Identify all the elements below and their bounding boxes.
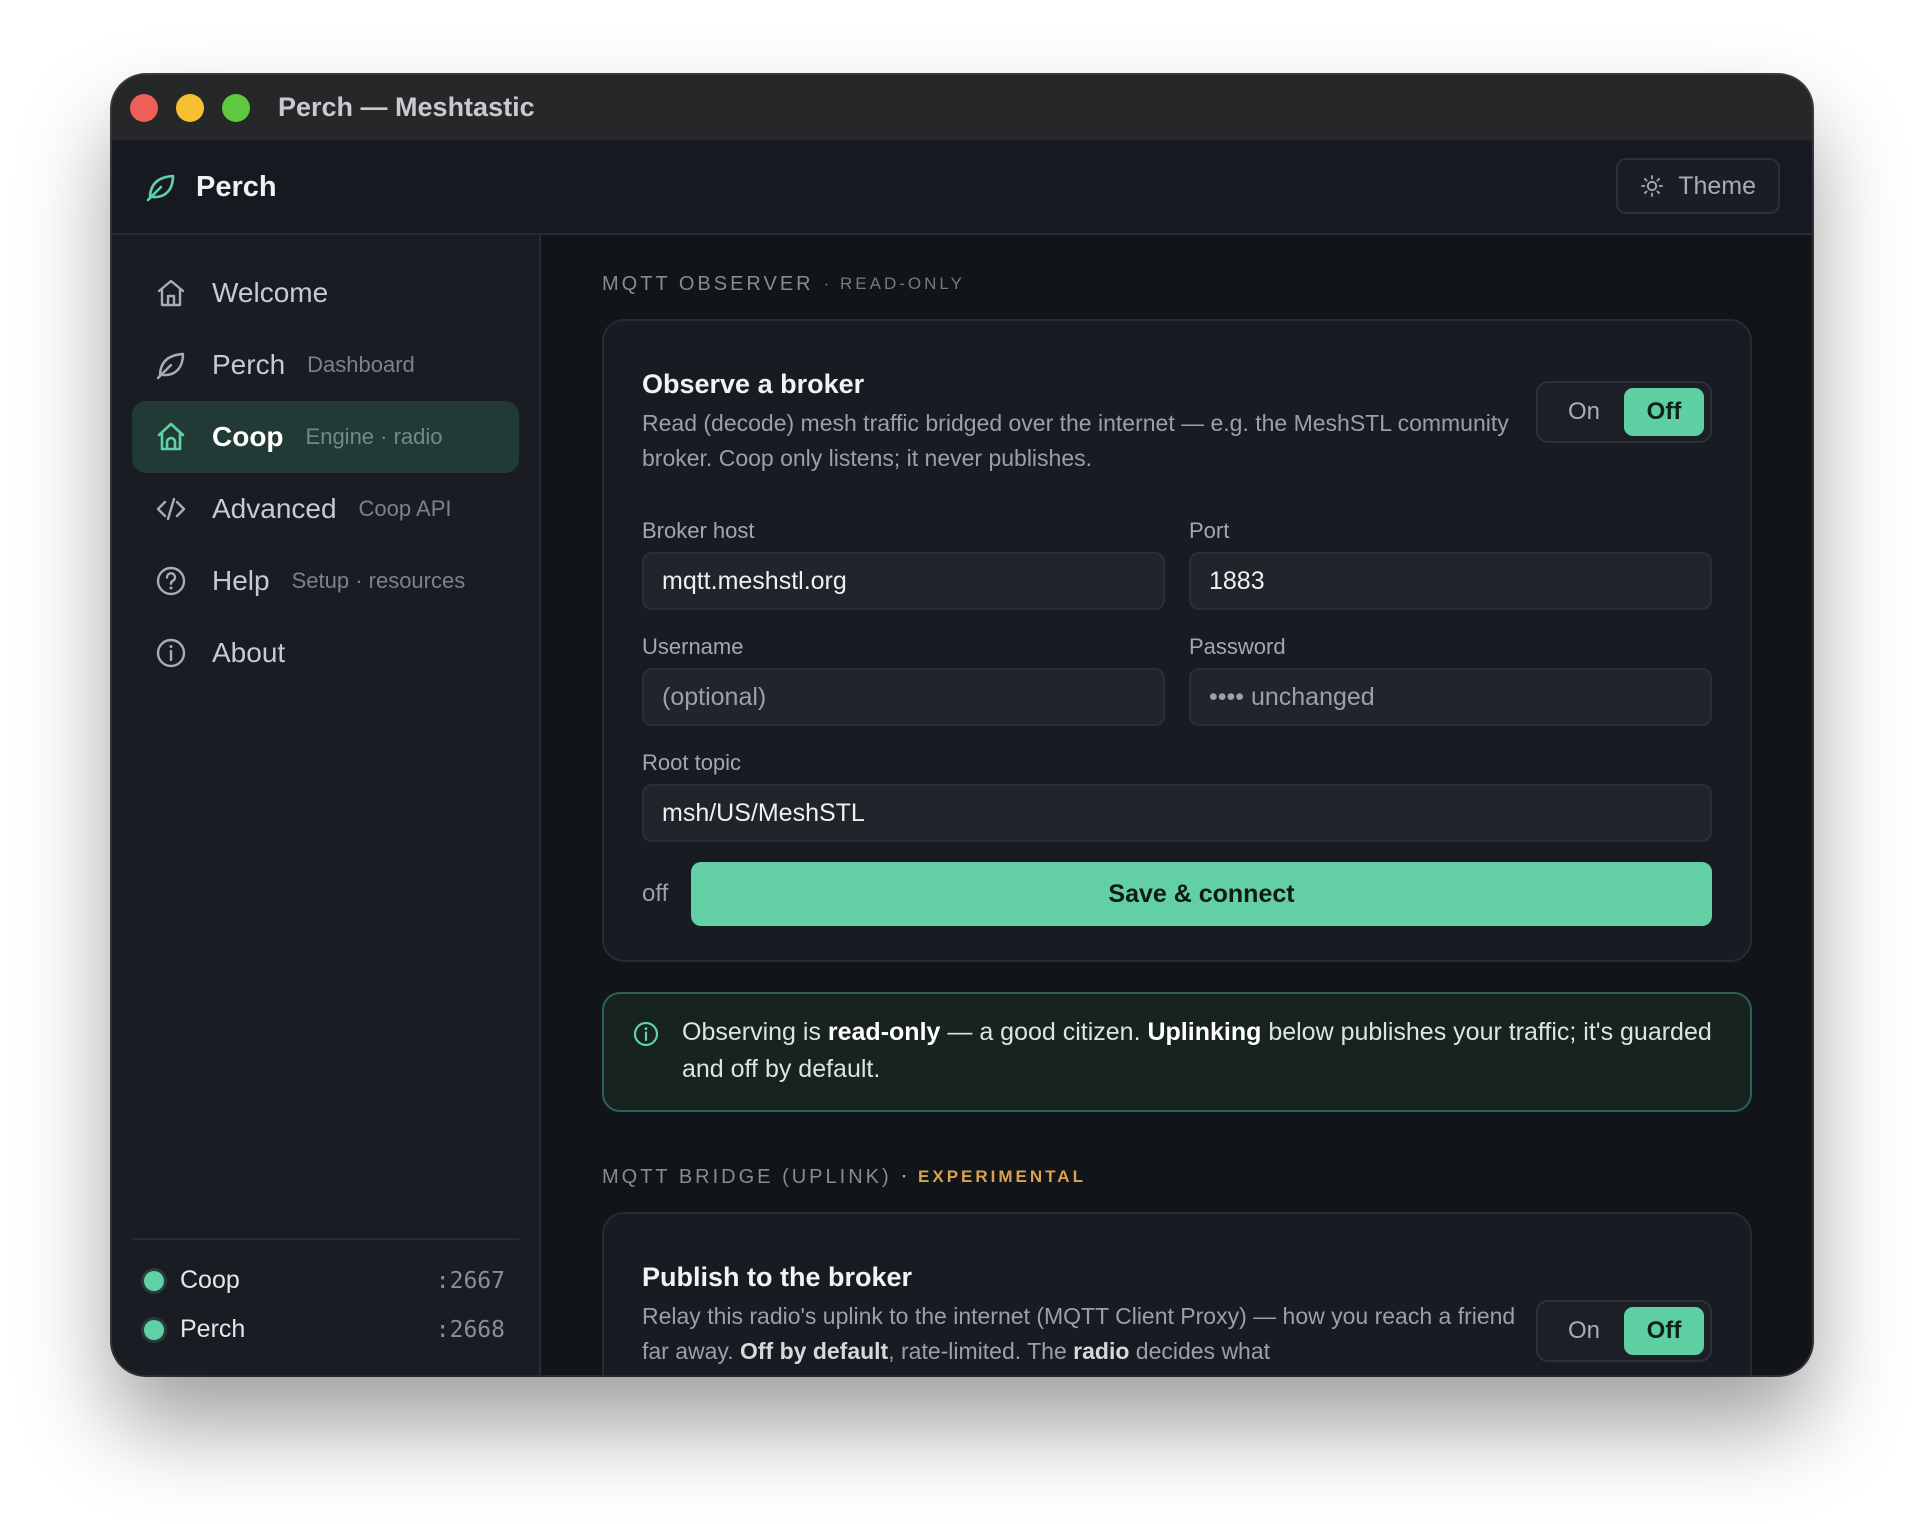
observer-toggle[interactable]: On Off [1536, 381, 1712, 443]
app-header: Perch Theme [112, 141, 1812, 235]
leaf-icon [156, 352, 185, 380]
save-row: off Save & connect [642, 862, 1712, 926]
toggle-off-option[interactable]: Off [1624, 388, 1704, 436]
sidebar: Welcome Perch Dashboard Coop Engine · ra… [112, 235, 541, 1375]
field-label: Port [1189, 518, 1230, 543]
sidebar-item-label: Welcome [212, 277, 329, 308]
toggle-on-option[interactable]: On [1544, 1307, 1624, 1355]
app-brand: Perch [196, 170, 277, 203]
sidebar-item-label: About [212, 637, 286, 668]
info-circle-icon [633, 1021, 659, 1047]
close-window-button[interactable] [130, 93, 158, 122]
home-icon [157, 279, 185, 307]
field-label: Broker host [642, 518, 755, 543]
field-label: Username [642, 634, 744, 659]
username-input[interactable]: (optional) [642, 668, 1165, 726]
sidebar-item-label: Coop [212, 421, 284, 452]
toggle-off-option[interactable]: Off [1624, 1307, 1704, 1355]
window-controls [130, 93, 250, 122]
service-status-perch: Perch :2668 [132, 1305, 519, 1354]
sidebar-item-advanced[interactable]: Advanced Coop API [132, 473, 519, 545]
bridge-toggle[interactable]: On Off [1536, 1300, 1712, 1362]
card-title: Publish to the broker [642, 1262, 913, 1292]
password-input[interactable]: •••• unchanged [1189, 668, 1712, 726]
minimize-window-button[interactable] [176, 93, 204, 122]
status-dot [144, 1319, 164, 1340]
sidebar-item-sublabel: Dashboard [307, 352, 415, 377]
info-circle-icon [156, 638, 186, 668]
root-topic-field: Root topic msh/US/MeshSTL [642, 750, 1712, 842]
service-status-panel: Coop :2667 Perch :2668 [132, 1238, 519, 1375]
experimental-badge: · EXPERIMENTAL [901, 1167, 1086, 1186]
root-topic-input[interactable]: msh/US/MeshSTL [642, 784, 1712, 842]
sidebar-nav: Welcome Perch Dashboard Coop Engine · ra… [112, 235, 539, 689]
sun-icon [1641, 175, 1664, 197]
card-description: Relay this radio's uplink to the interne… [642, 1303, 1516, 1364]
app-window: Perch — Meshtastic Perch Theme Welcome P… [112, 75, 1812, 1375]
sidebar-item-label: Advanced [212, 493, 337, 524]
sidebar-item-coop[interactable]: Coop Engine · radio [132, 401, 519, 473]
card-description: Read (decode) mesh traffic bridged over … [642, 410, 1509, 471]
port-field: Port 1883 [1189, 518, 1712, 610]
sidebar-item-about[interactable]: About [132, 617, 519, 689]
password-field: Password •••• unchanged [1189, 634, 1712, 726]
section-title: MQTT BRIDGE (UPLINK) [602, 1165, 892, 1188]
section-tag: · READ-ONLY [823, 274, 965, 293]
info-text: Observing is read-only — a good citizen.… [682, 1018, 1712, 1083]
sidebar-item-welcome[interactable]: Welcome [132, 257, 519, 329]
sidebar-item-sublabel: Setup · resources [291, 568, 466, 593]
sidebar-item-perch[interactable]: Perch Dashboard [132, 329, 519, 401]
coop-house-icon [157, 422, 185, 451]
sidebar-item-sublabel: Coop API [358, 496, 452, 521]
bridge-card: On Off Publish to the broker Relay this … [602, 1212, 1752, 1375]
service-port: :2667 [435, 1267, 505, 1294]
code-icon [156, 497, 186, 521]
status-dot [144, 1270, 164, 1291]
title-bar: Perch — Meshtastic [112, 75, 1812, 141]
broker-host-field: Broker host mqtt.meshstl.org [642, 518, 1165, 610]
bridge-section-heading: MQTT BRIDGE (UPLINK) · EXPERIMENTAL [602, 1164, 1752, 1190]
section-title: MQTT OBSERVER [602, 272, 814, 295]
service-port: :2668 [435, 1316, 505, 1343]
service-name: Perch [180, 1315, 246, 1343]
sidebar-item-label: Help [212, 565, 270, 596]
sidebar-item-help[interactable]: Help Setup · resources [132, 545, 519, 617]
field-label: Password [1189, 634, 1286, 659]
theme-button[interactable]: Theme [1616, 158, 1780, 214]
broker-form: Broker host mqtt.meshstl.org Port 1883 U… [642, 518, 1712, 842]
main-content: MQTT OBSERVER · READ-ONLY On Off Observe… [541, 235, 1812, 1375]
sidebar-item-label: Perch [212, 349, 286, 380]
leaf-icon [146, 174, 175, 202]
help-circle-icon [156, 566, 186, 596]
username-field: Username (optional) [642, 634, 1165, 726]
connection-state: off [642, 880, 669, 907]
service-status-coop: Coop :2667 [132, 1256, 519, 1305]
service-name: Coop [180, 1266, 240, 1294]
window-title: Perch — Meshtastic [278, 92, 535, 122]
field-label: Root topic [642, 750, 742, 775]
observer-card: On Off Observe a broker Read (decode) me… [602, 319, 1752, 962]
zoom-window-button[interactable] [222, 93, 250, 122]
broker-host-input[interactable]: mqtt.meshstl.org [642, 552, 1165, 610]
port-input[interactable]: 1883 [1189, 552, 1712, 610]
sidebar-item-sublabel: Engine · radio [305, 424, 443, 449]
save-connect-button[interactable]: Save & connect [691, 862, 1712, 926]
theme-button-label: Theme [1678, 171, 1756, 200]
toggle-on-option[interactable]: On [1544, 388, 1624, 436]
observer-section-heading: MQTT OBSERVER · READ-ONLY [602, 271, 1752, 297]
info-callout: Observing is read-only — a good citizen.… [602, 992, 1752, 1112]
